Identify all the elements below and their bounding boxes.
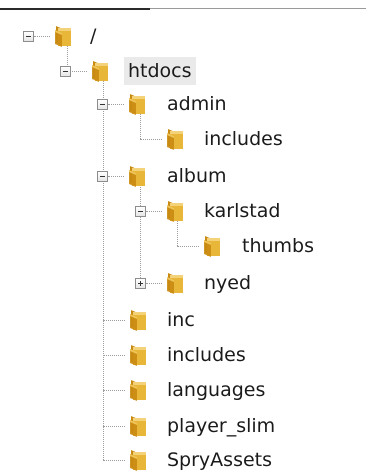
tree-connector	[108, 104, 124, 105]
tree-connector	[103, 355, 125, 356]
tree-connector	[103, 390, 125, 391]
collapse-toggle-admin[interactable]	[97, 99, 108, 110]
tree-node-karlstad[interactable]: karlstad	[200, 197, 284, 225]
tree-connector	[177, 246, 199, 247]
tree-connector	[103, 320, 125, 321]
tree-node-thumbs[interactable]: thumbs	[238, 232, 318, 260]
folder-icon	[199, 234, 223, 258]
tree-connector	[146, 211, 162, 212]
header-divider	[0, 8, 150, 10]
tree-node-admin-includes[interactable]: includes	[200, 125, 287, 153]
folder-icon	[124, 164, 148, 188]
collapse-toggle-root[interactable]	[23, 31, 34, 42]
header-divider-light	[150, 8, 366, 9]
tree-connector	[140, 139, 162, 140]
tree-node-root[interactable]: /	[86, 22, 100, 50]
folder-icon	[124, 92, 148, 116]
tree-node-includes[interactable]: includes	[163, 341, 250, 369]
tree-connector	[103, 76, 104, 460]
tree-node-spryassets[interactable]: SpryAssets	[163, 446, 276, 474]
tree-connector	[146, 283, 162, 284]
folder-icon	[125, 343, 149, 367]
tree-connector	[103, 460, 125, 461]
collapse-toggle-htdocs[interactable]	[60, 66, 71, 77]
tree-node-player-slim[interactable]: player_slim	[163, 412, 279, 440]
tree-node-htdocs[interactable]: htdocs	[124, 57, 196, 85]
tree-node-album[interactable]: album	[163, 162, 231, 190]
folder-icon	[50, 24, 74, 48]
folder-icon	[87, 59, 111, 83]
folder-icon	[162, 271, 186, 295]
tree-connector	[108, 176, 124, 177]
folder-icon	[162, 127, 186, 151]
tree-node-nyed[interactable]: nyed	[200, 269, 255, 297]
tree-connector	[140, 181, 141, 278]
folder-icon	[125, 414, 149, 438]
tree-connector	[34, 36, 50, 37]
folder-icon	[125, 378, 149, 402]
folder-icon	[162, 199, 186, 223]
tree-connector	[103, 426, 125, 427]
tree-node-admin[interactable]: admin	[163, 90, 231, 118]
folder-icon	[125, 308, 149, 332]
tree-node-inc[interactable]: inc	[163, 306, 199, 334]
collapse-toggle-album[interactable]	[97, 171, 108, 182]
expand-toggle-nyed[interactable]	[135, 278, 146, 289]
folder-icon	[125, 448, 149, 472]
collapse-toggle-karlstad[interactable]	[135, 206, 146, 217]
tree-node-languages[interactable]: languages	[163, 376, 269, 404]
